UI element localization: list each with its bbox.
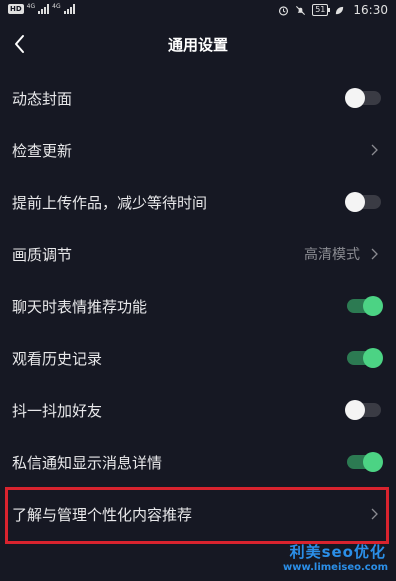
setting-label: 画质调节 (12, 245, 73, 264)
toggle-knob (363, 452, 383, 472)
emoji-recommend-toggle[interactable] (347, 296, 383, 316)
battery-icon: 51 (312, 4, 331, 16)
setting-check-update[interactable]: 检查更新 (0, 124, 396, 176)
dynamic-cover-toggle[interactable] (345, 88, 381, 108)
nav-header: 通用设置 (0, 22, 396, 68)
clock: 16:30 (353, 3, 388, 17)
video-quality-value: 高清模式 (304, 247, 360, 263)
mute-icon (296, 5, 306, 15)
network-type-2: 4G (52, 2, 61, 10)
setting-label: 观看历史记录 (12, 349, 103, 368)
highlight-box (5, 487, 389, 544)
page-title: 通用设置 (167, 36, 228, 54)
watermark-title: 利美seo优化 (289, 543, 386, 561)
toggle-knob (363, 348, 383, 368)
early-upload-toggle[interactable] (345, 192, 381, 212)
setting-watch-history[interactable]: 观看历史记录 (0, 332, 396, 384)
toggle-knob (345, 88, 365, 108)
watermark-url: www.limeiseo.com (283, 562, 388, 573)
setting-label: 提前上传作品，减少等待时间 (12, 193, 208, 212)
setting-label: 抖一抖加好友 (12, 401, 103, 420)
setting-label: 私信通知显示消息详情 (12, 453, 163, 472)
shake-add-friend-toggle[interactable] (345, 400, 381, 420)
chevron-right-icon (371, 248, 378, 260)
dm-notification-detail-toggle[interactable] (347, 452, 383, 472)
status-left: HD 4G 4G (8, 2, 75, 14)
toggle-knob (363, 296, 383, 316)
watch-history-toggle[interactable] (347, 348, 383, 368)
signal-icon-2 (63, 4, 75, 14)
network-type-1: 4G (26, 2, 36, 10)
setting-early-upload[interactable]: 提前上传作品，减少等待时间 (0, 176, 396, 228)
setting-dm-notification-detail[interactable]: 私信通知显示消息详情 (0, 436, 396, 488)
setting-video-quality[interactable]: 画质调节 高清模式 (0, 228, 396, 280)
toggle-knob (345, 192, 365, 212)
alarm-icon (279, 5, 289, 15)
setting-dynamic-cover[interactable]: 动态封面 (0, 72, 396, 124)
status-right: 51 16:30 (278, 3, 388, 17)
settings-list: 动态封面 检查更新 提前上传作品，减少等待时间 画质调节 高清模式 聊天时表情推… (0, 72, 396, 540)
leaf-icon (336, 6, 344, 14)
setting-label: 聊天时表情推荐功能 (12, 297, 148, 316)
chevron-right-icon (371, 144, 378, 156)
toggle-knob (345, 400, 365, 420)
status-bar: HD 4G 4G 51 16:30 (0, 0, 396, 22)
signal-icon (38, 4, 50, 14)
setting-label: 检查更新 (12, 141, 73, 160)
setting-emoji-recommend[interactable]: 聊天时表情推荐功能 (0, 280, 396, 332)
hd-badge: HD (8, 4, 24, 14)
setting-shake-add-friend[interactable]: 抖一抖加好友 (0, 384, 396, 436)
setting-label: 动态封面 (12, 89, 73, 108)
